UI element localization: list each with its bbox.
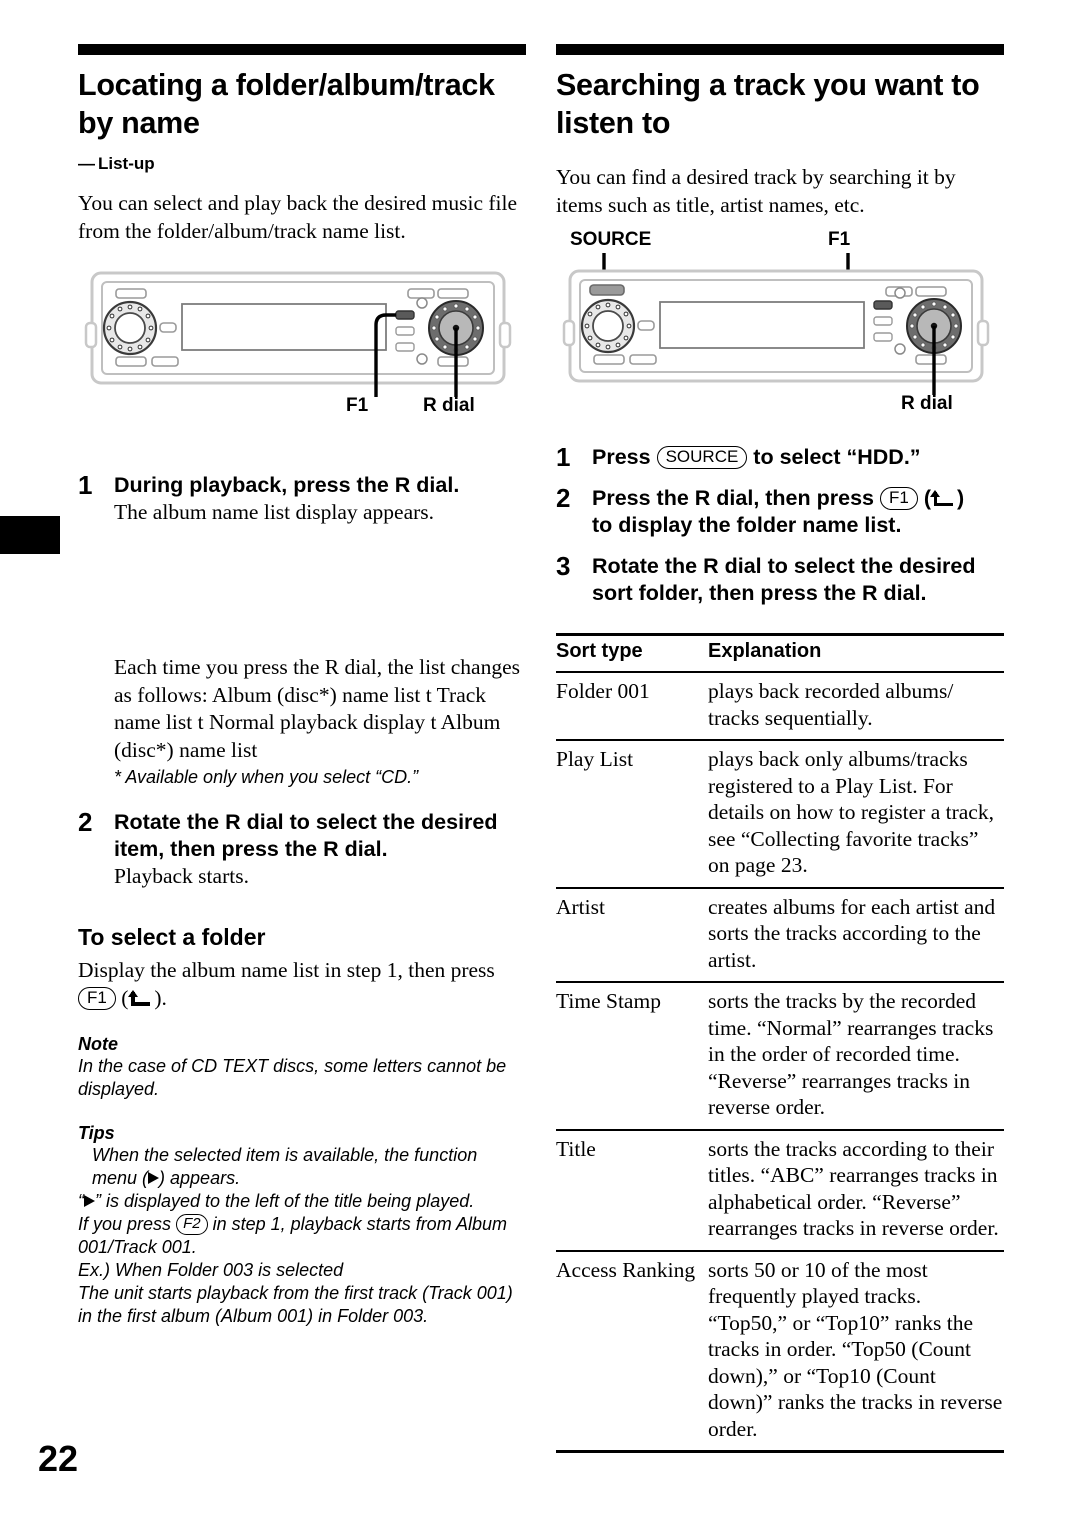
left-cycle-text: Each time you press the R dial, the list…	[114, 655, 521, 762]
cell-explanation: creates albums for each artist and sorts…	[708, 887, 1004, 983]
left-intro-paragraph: You can select and play back the desired…	[78, 191, 518, 243]
f2-key-pill[interactable]: F2	[176, 1214, 208, 1235]
right-step-1-number: 1	[556, 442, 571, 472]
right-step-2-lead: Press the R dial, then press F1 () to di…	[592, 485, 1004, 539]
left-step-2-number: 2	[78, 807, 93, 837]
tip-item-2: “” is displayed to the left of the title…	[78, 1190, 526, 1213]
callout-label-f1-right: F1	[828, 229, 851, 250]
right-step-2-after: )	[956, 486, 965, 510]
table-header-explanation: Explanation	[708, 633, 1004, 673]
left-step-2-lead: Rotate the R dial to select the desired …	[114, 810, 498, 861]
select-folder-text-after: ).	[154, 985, 167, 1010]
tip-item-5: The unit starts playback from the first …	[78, 1283, 513, 1326]
note-heading: Note	[78, 1034, 118, 1054]
play-triangle-icon	[148, 1172, 160, 1184]
right-step-1-after: to select “HDD.”	[753, 445, 921, 469]
sort-type-table: Sort type Explanation Folder 001 plays b…	[556, 633, 1004, 1453]
subhead-select-folder: To select a folder	[78, 924, 266, 950]
cell-sort-type: Time Stamp	[556, 982, 708, 1131]
right-step-1-lead: Press SOURCE to select “HDD.”	[592, 444, 1004, 471]
left-step-1-number: 1	[78, 470, 93, 500]
callout-label-r-dial: R dial	[423, 395, 475, 416]
callout-label-f1: F1	[346, 395, 369, 416]
cell-explanation: sorts the tracks according to their titl…	[708, 1129, 1004, 1252]
subtitle-text: List-up	[98, 154, 155, 173]
table-body: Folder 001 plays back recorded albums/ t…	[556, 672, 1004, 1453]
right-step-1: 1 Press SOURCE to select “HDD.”	[556, 442, 1004, 472]
left-step-1: 1 During playback, press the R dial. The…	[78, 470, 526, 526]
folder-up-arrow-icon: (	[121, 986, 154, 1010]
left-footnote: * Available only when you select “CD.”	[114, 767, 419, 787]
cell-explanation: sorts 50 or 10 of the most frequently pl…	[708, 1250, 1004, 1453]
note-body: In the case of CD TEXT discs, some lette…	[78, 1056, 507, 1099]
cell-sort-type: Artist	[556, 887, 708, 983]
right-column: Searching a track you want to listen to …	[556, 44, 1004, 1453]
f1-key-pill[interactable]: F1	[78, 986, 116, 1010]
left-step-1-sub: The album name list display appears.	[114, 500, 435, 524]
source-key-pill[interactable]: SOURCE	[656, 446, 748, 469]
right-step-2-line2: to display the folder name list.	[592, 513, 902, 537]
cell-sort-type: Folder 001	[556, 672, 708, 741]
tip-item-1: When the selected item is available, the…	[78, 1144, 526, 1190]
page-number: 22	[38, 1438, 79, 1479]
section-rule	[78, 44, 526, 55]
table-header-row: Sort type Explanation	[556, 633, 1004, 673]
chapter-edge-tab	[0, 516, 60, 554]
right-step-3: 3 Rotate the R dial to select the desire…	[556, 551, 1004, 607]
callout-label-r-dial-right: R dial	[901, 393, 953, 414]
right-step-3-number: 3	[556, 551, 571, 581]
select-folder-text-before: Display the album name list in step 1, t…	[78, 958, 495, 982]
right-step-1-before: Press	[592, 445, 651, 469]
left-step-2: 2 Rotate the R dial to select the desire…	[78, 807, 526, 890]
f1-key-pill-right[interactable]: F1	[879, 487, 918, 510]
left-cycle-block: Each time you press the R dial, the list…	[78, 654, 526, 789]
right-step-3-lead: Rotate the R dial to select the desired …	[592, 554, 976, 605]
cell-explanation: plays back only albums/tracks registered…	[708, 740, 1004, 889]
left-step-2-sub: Playback starts.	[114, 864, 249, 888]
folder-up-arrow-icon-right: (	[924, 486, 957, 510]
section-rule-right	[556, 44, 1004, 55]
left-column: Locating a folder/album/track by name — L…	[78, 44, 526, 1328]
right-intro-paragraph: You can find a desired track by searchin…	[556, 165, 956, 217]
table-row: Time Stamp sorts the tracks by the recor…	[556, 982, 1004, 1131]
cell-sort-type: Access Ranking	[556, 1250, 708, 1453]
section-subtitle: — List-up	[78, 154, 526, 174]
tip-item-3: If you press F2 in step 1, playback star…	[78, 1213, 526, 1259]
callout-label-source: SOURCE	[570, 229, 652, 250]
car-stereo-faceplate-svg-right	[562, 253, 990, 395]
cell-explanation: plays back recorded albums/ tracks seque…	[708, 672, 1004, 741]
cell-explanation: sorts the tracks by the recorded time. “…	[708, 982, 1004, 1131]
cell-sort-type: Title	[556, 1129, 708, 1252]
tip-item-4: Ex.) When Folder 003 is selected	[78, 1260, 344, 1280]
tip-2-after: ” is displayed to the left of the title …	[95, 1191, 475, 1211]
manual-page: Locating a folder/album/track by name — L…	[0, 0, 1080, 1529]
device-illustration-right: SOURCE F1 R dial	[556, 229, 1004, 414]
table-row: Artist creates albums for each artist an…	[556, 887, 1004, 983]
table-row: Folder 001 plays back recorded albums/ t…	[556, 672, 1004, 741]
right-step-2: 2 Press the R dial, then press F1 () to …	[556, 483, 1004, 539]
page-title-right: Searching a track you want to listen to	[556, 68, 980, 140]
device-illustration-left: F1 R dial	[78, 265, 526, 450]
right-step-2-before: Press the R dial, then press	[592, 486, 874, 510]
left-step-1-lead: During playback, press the R dial.	[114, 473, 460, 497]
car-stereo-faceplate-svg	[84, 271, 512, 397]
cell-sort-type: Play List	[556, 740, 708, 889]
tip-1-after: ) appears.	[159, 1168, 241, 1188]
play-triangle-icon-2	[84, 1195, 95, 1207]
table-row: Play List plays back only albums/tracks …	[556, 740, 1004, 889]
table-row: Access Ranking sorts 50 or 10 of the mos…	[556, 1250, 1004, 1453]
tips-heading: Tips	[78, 1123, 115, 1143]
page-title: Locating a folder/album/track by name	[78, 68, 495, 140]
table-header-sort-type: Sort type	[556, 633, 708, 673]
select-folder-instruction: Display the album name list in step 1, t…	[78, 957, 526, 1012]
table-row: Title sorts the tracks according to thei…	[556, 1129, 1004, 1252]
tip-3-before: If you press	[78, 1214, 172, 1234]
subtitle-dash: —	[78, 154, 95, 173]
right-step-2-number: 2	[556, 483, 571, 513]
